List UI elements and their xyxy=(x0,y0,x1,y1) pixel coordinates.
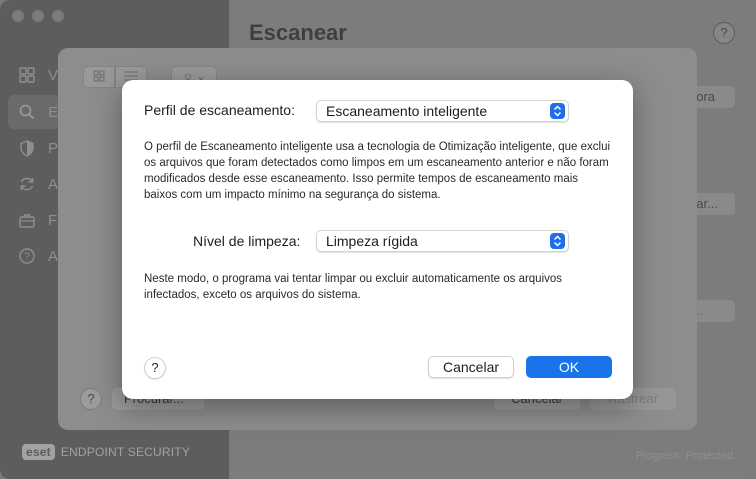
cancel-button[interactable]: Cancelar xyxy=(428,356,514,378)
svg-text:?: ? xyxy=(24,252,30,263)
sidebar-item-protection[interactable]: P xyxy=(18,137,58,159)
grid-icon xyxy=(18,66,36,84)
zoom-window-button[interactable] xyxy=(52,10,64,22)
profile-label: Perfil de escaneamento: xyxy=(144,102,295,118)
sidebar-item-label: A xyxy=(48,247,59,265)
brand-text: ENDPOINT SECURITY xyxy=(60,445,191,459)
shield-icon xyxy=(18,139,36,157)
sidebar-item-label: V xyxy=(48,66,59,84)
cleaning-level-select[interactable]: Limpeza rígida xyxy=(316,230,569,252)
grid-view-button[interactable] xyxy=(83,66,115,88)
grid-icon xyxy=(93,70,105,85)
help-circle-icon: ? xyxy=(18,247,36,265)
footer-tagline: Progress. Protected. xyxy=(635,450,736,462)
cleaning-label: Nível de limpeza: xyxy=(193,233,301,249)
sidebar-item-label: A xyxy=(48,175,59,193)
cleaning-description: Neste modo, o programa vai tentar limpar… xyxy=(144,273,563,301)
refresh-icon xyxy=(18,175,36,193)
search-icon xyxy=(18,103,36,121)
profile-select[interactable]: Escaneamento inteligente xyxy=(316,100,569,122)
profile-description: O perfil de Escaneamento inteligente usa… xyxy=(144,141,611,201)
sidebar-item-label: P xyxy=(48,139,59,157)
sidebar-item-label: E xyxy=(48,103,59,121)
page-title: Escanear xyxy=(249,20,347,45)
ok-button[interactable]: OK xyxy=(526,356,612,378)
chevron-updown-icon xyxy=(550,233,565,249)
brand: eset ENDPOINT SECURITY xyxy=(22,444,190,460)
chevron-updown-icon xyxy=(550,103,565,119)
profile-select-value: Escaneamento inteligente xyxy=(326,103,488,119)
sheet-help-button[interactable]: ? xyxy=(80,388,102,410)
minimize-window-button[interactable] xyxy=(32,10,44,22)
sidebar-item-label: F xyxy=(48,211,58,229)
cleaning-select-value: Limpeza rígida xyxy=(326,233,418,249)
eset-logo: eset xyxy=(22,444,55,460)
sidebar-item-overview[interactable]: V xyxy=(18,64,58,86)
briefcase-icon xyxy=(18,211,36,229)
help-button[interactable]: ? xyxy=(713,22,735,44)
sidebar-item-help[interactable]: ? A xyxy=(18,245,58,267)
scan-profile-dialog: Perfil de escaneamento: Escaneamento int… xyxy=(122,80,633,399)
dialog-help-button[interactable]: ? xyxy=(144,357,166,379)
sidebar-item-tools[interactable]: F xyxy=(18,209,57,231)
sidebar-item-update[interactable]: A xyxy=(18,173,58,195)
close-window-button[interactable] xyxy=(12,10,24,22)
